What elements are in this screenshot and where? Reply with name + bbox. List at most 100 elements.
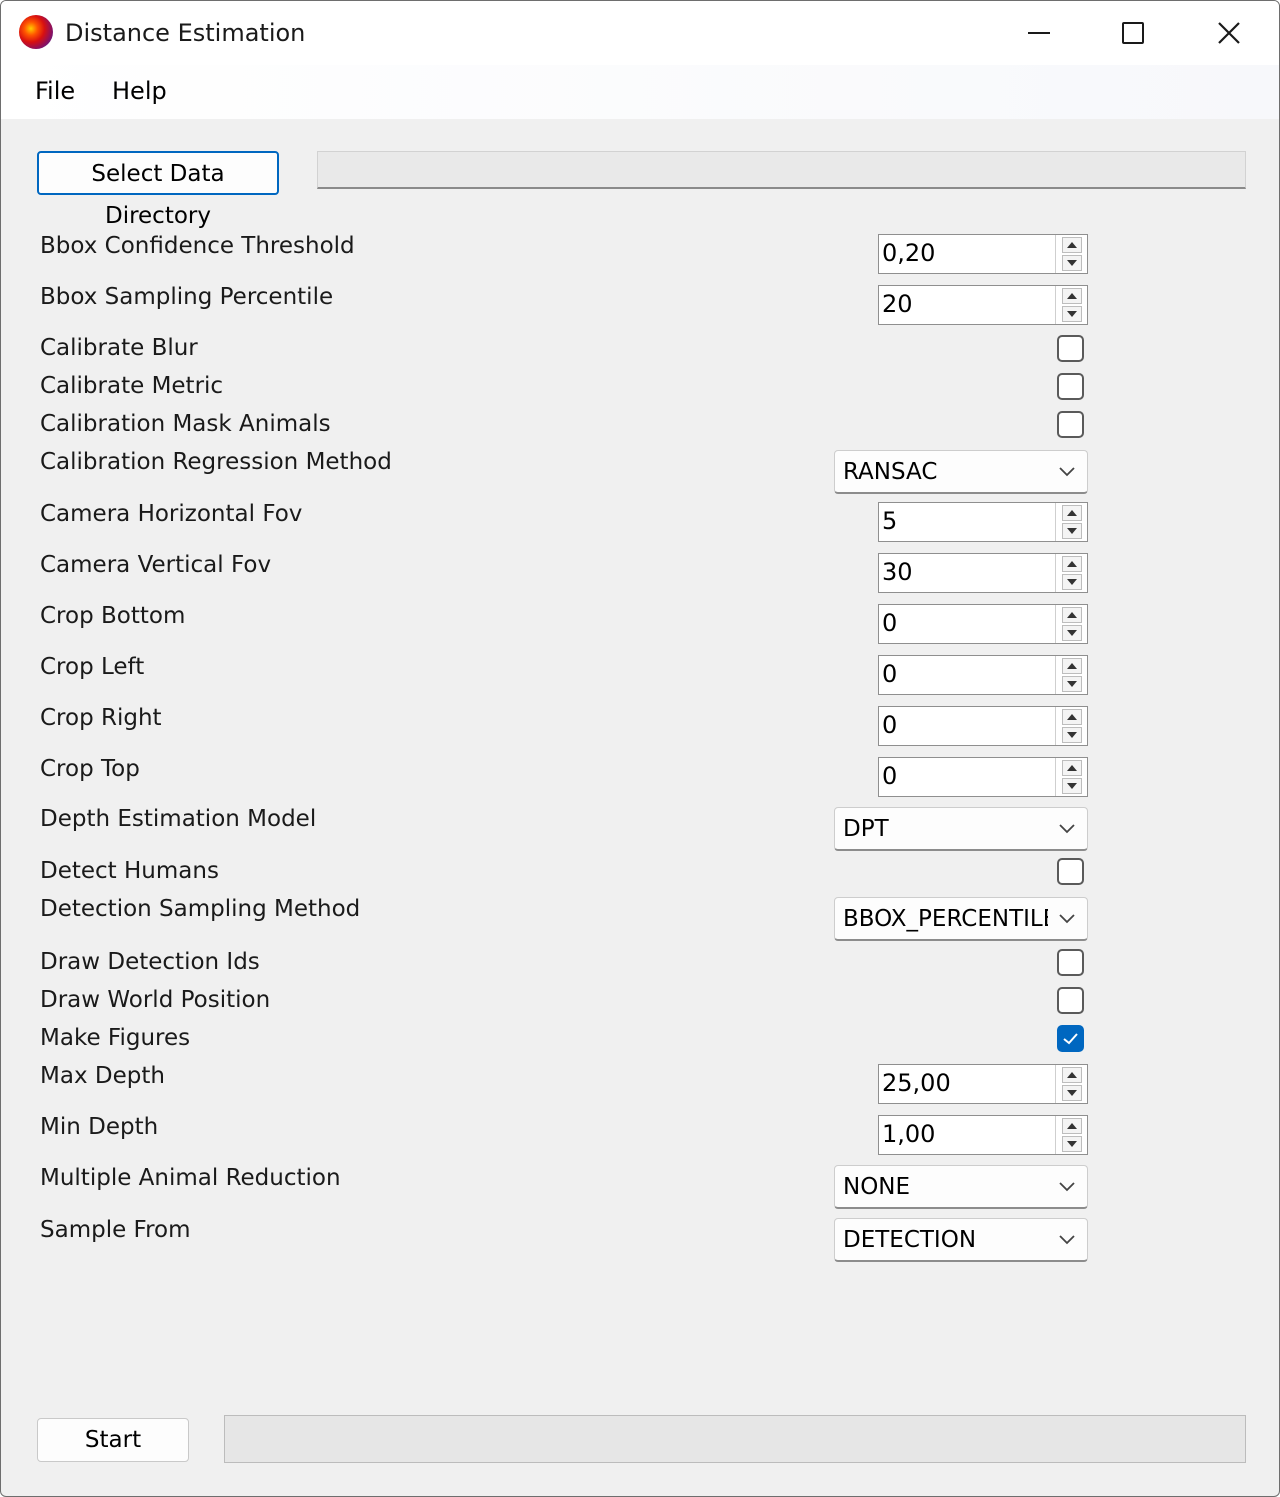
spinner-value[interactable]: 0,20 bbox=[882, 239, 935, 267]
calibrate-blur-checkbox[interactable] bbox=[1057, 335, 1084, 362]
spin-down-icon[interactable] bbox=[1062, 306, 1082, 322]
spin-up-icon[interactable] bbox=[1062, 505, 1082, 521]
bbox-confidence-threshold-spinner[interactable]: 0,20 bbox=[878, 234, 1088, 274]
menu-help[interactable]: Help bbox=[112, 77, 167, 105]
calibrate-blur-label: Calibrate Blur bbox=[40, 335, 198, 361]
draw-detection-ids-label: Draw Detection Ids bbox=[40, 949, 260, 975]
maximize-button[interactable] bbox=[1085, 1, 1181, 65]
multiple-animal-reduction-select[interactable]: NONE bbox=[834, 1165, 1088, 1209]
app-logo-icon bbox=[19, 15, 53, 49]
app-window: Distance Estimation File Help Select Dat… bbox=[0, 0, 1280, 1497]
calibration-mask-animals-label: Calibration Mask Animals bbox=[40, 411, 331, 437]
bbox-sampling-percentile-label: Bbox Sampling Percentile bbox=[40, 284, 334, 310]
spin-up-icon[interactable] bbox=[1062, 556, 1082, 572]
crop-top-spinner[interactable]: 0 bbox=[878, 757, 1088, 797]
spin-up-icon[interactable] bbox=[1062, 760, 1082, 776]
crop-left-spinner[interactable]: 0 bbox=[878, 655, 1088, 695]
min-depth-spinner[interactable]: 1,00 bbox=[878, 1115, 1088, 1155]
chevron-down-icon bbox=[1059, 1235, 1075, 1245]
camera-vertical-fov-label: Camera Vertical Fov bbox=[40, 552, 272, 578]
crop-right-label: Crop Right bbox=[40, 705, 162, 731]
start-button[interactable]: Start bbox=[37, 1418, 189, 1462]
chevron-down-icon bbox=[1059, 467, 1075, 477]
menu-file[interactable]: File bbox=[35, 77, 75, 105]
spin-up-icon[interactable] bbox=[1062, 1067, 1082, 1083]
select-value: DPT bbox=[843, 816, 889, 842]
spin-down-icon[interactable] bbox=[1062, 778, 1082, 794]
spin-up-icon[interactable] bbox=[1062, 709, 1082, 725]
draw-world-position-label: Draw World Position bbox=[40, 987, 271, 1013]
spin-down-icon[interactable] bbox=[1062, 676, 1082, 692]
data-directory-field[interactable] bbox=[317, 151, 1246, 189]
select-value: RANSAC bbox=[843, 459, 938, 485]
draw-detection-ids-checkbox[interactable] bbox=[1057, 949, 1084, 976]
window-title: Distance Estimation bbox=[65, 19, 306, 47]
spinner-arrows bbox=[1055, 554, 1087, 592]
calibration-mask-animals-checkbox[interactable] bbox=[1057, 411, 1084, 438]
spin-up-icon[interactable] bbox=[1062, 658, 1082, 674]
spin-up-icon[interactable] bbox=[1062, 607, 1082, 623]
depth-estimation-model-select[interactable]: DPT bbox=[834, 807, 1088, 851]
spin-down-icon[interactable] bbox=[1062, 625, 1082, 641]
spinner-value[interactable]: 0 bbox=[882, 762, 897, 790]
spinner-arrows bbox=[1055, 503, 1087, 541]
spinner-value[interactable]: 30 bbox=[882, 558, 913, 586]
spin-up-icon[interactable] bbox=[1062, 1118, 1082, 1134]
spinner-value[interactable]: 1,00 bbox=[882, 1120, 935, 1148]
make-figures-checkbox[interactable] bbox=[1057, 1025, 1084, 1052]
draw-world-position-checkbox[interactable] bbox=[1057, 987, 1084, 1014]
spin-up-icon[interactable] bbox=[1062, 237, 1082, 253]
spin-down-icon[interactable] bbox=[1062, 255, 1082, 271]
spin-down-icon[interactable] bbox=[1062, 1136, 1082, 1152]
make-figures-label: Make Figures bbox=[40, 1025, 191, 1051]
calibration-regression-method-select[interactable]: RANSAC bbox=[834, 450, 1088, 494]
progress-bar bbox=[224, 1415, 1246, 1463]
camera-horizontal-fov-label: Camera Horizontal Fov bbox=[40, 501, 303, 527]
spinner-value[interactable]: 20 bbox=[882, 290, 913, 318]
spin-down-icon[interactable] bbox=[1062, 1085, 1082, 1101]
close-button[interactable] bbox=[1181, 1, 1277, 65]
spinner-value[interactable]: 25,00 bbox=[882, 1069, 951, 1097]
spinner-arrows bbox=[1055, 707, 1087, 745]
multiple-animal-reduction-label: Multiple Animal Reduction bbox=[40, 1165, 341, 1191]
chevron-down-icon bbox=[1059, 914, 1075, 924]
select-value: DETECTION bbox=[843, 1227, 977, 1253]
spinner-value[interactable]: 0 bbox=[882, 609, 897, 637]
max-depth-spinner[interactable]: 25,00 bbox=[878, 1064, 1088, 1104]
spinner-value[interactable]: 5 bbox=[882, 507, 897, 535]
spin-down-icon[interactable] bbox=[1062, 727, 1082, 743]
calibrate-metric-label: Calibrate Metric bbox=[40, 373, 224, 399]
detection-sampling-method-label: Detection Sampling Method bbox=[40, 896, 361, 922]
spin-up-icon[interactable] bbox=[1062, 288, 1082, 304]
select-value: NONE bbox=[843, 1174, 911, 1200]
crop-left-label: Crop Left bbox=[40, 654, 145, 680]
min-depth-label: Min Depth bbox=[40, 1114, 159, 1140]
spinner-value[interactable]: 0 bbox=[882, 660, 897, 688]
camera-vertical-fov-spinner[interactable]: 30 bbox=[878, 553, 1088, 593]
spin-down-icon[interactable] bbox=[1062, 574, 1082, 590]
depth-estimation-model-label: Depth Estimation Model bbox=[40, 806, 317, 832]
spinner-value[interactable]: 0 bbox=[882, 711, 897, 739]
crop-right-spinner[interactable]: 0 bbox=[878, 706, 1088, 746]
sample-from-label: Sample From bbox=[40, 1217, 191, 1243]
max-depth-label: Max Depth bbox=[40, 1063, 165, 1089]
select-data-directory-button[interactable]: Select Data Directory bbox=[37, 151, 279, 229]
checkmark-icon bbox=[1063, 1033, 1078, 1045]
minimize-button[interactable] bbox=[991, 1, 1087, 65]
spinner-arrows bbox=[1055, 235, 1087, 273]
spinner-arrows bbox=[1055, 758, 1087, 796]
detection-sampling-method-select[interactable]: BBOX_PERCENTILE bbox=[834, 897, 1088, 941]
spinner-arrows bbox=[1055, 605, 1087, 643]
select-value: BBOX_PERCENTILE bbox=[843, 906, 1048, 932]
spinner-arrows bbox=[1055, 1065, 1087, 1103]
detect-humans-checkbox[interactable] bbox=[1057, 858, 1084, 885]
close-icon bbox=[1218, 22, 1240, 44]
camera-horizontal-fov-spinner[interactable]: 5 bbox=[878, 502, 1088, 542]
spin-down-icon[interactable] bbox=[1062, 523, 1082, 539]
title-bar[interactable]: Distance Estimation bbox=[1, 1, 1279, 65]
calibrate-metric-checkbox[interactable] bbox=[1057, 373, 1084, 400]
chevron-down-icon bbox=[1059, 824, 1075, 834]
crop-bottom-spinner[interactable]: 0 bbox=[878, 604, 1088, 644]
bbox-sampling-percentile-spinner[interactable]: 20 bbox=[878, 285, 1088, 325]
sample-from-select[interactable]: DETECTION bbox=[834, 1218, 1088, 1262]
